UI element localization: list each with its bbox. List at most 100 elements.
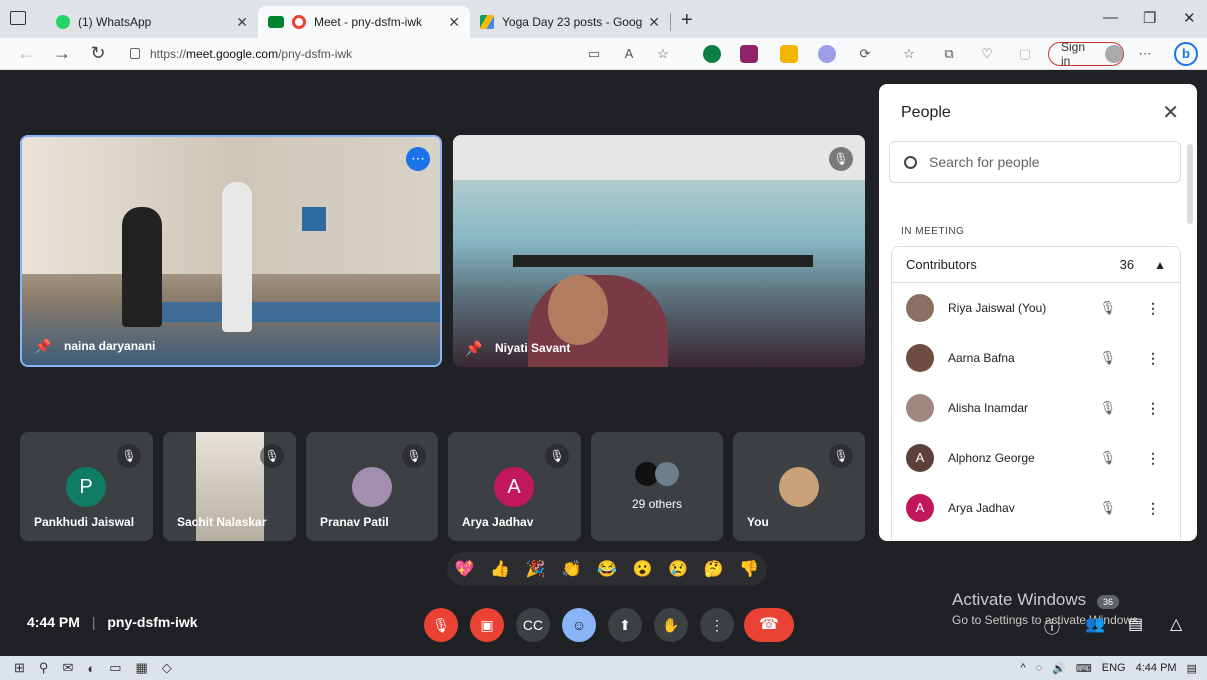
notifications-icon[interactable]: ▤ xyxy=(1187,662,1197,675)
list-item: Riya Jaiswal (You) 🎙 ⋮ xyxy=(892,283,1180,333)
participant-tile[interactable]: 🎙 P Pankhudi Jaiswal xyxy=(20,432,153,541)
taskbar-clock[interactable]: 4:44 PM xyxy=(1136,662,1177,674)
favorites-icon[interactable]: ☆ xyxy=(900,45,918,63)
reaction-sad[interactable]: 😢 xyxy=(668,559,688,579)
more-options-button[interactable]: ⋮ xyxy=(700,608,734,642)
captions-button[interactable]: CC xyxy=(516,608,550,642)
back-icon[interactable]: ← xyxy=(16,43,36,64)
person-figure xyxy=(222,182,252,332)
bing-icon[interactable]: b xyxy=(1174,42,1198,66)
contributors-header[interactable]: Contributors 36 ▲ xyxy=(892,247,1180,283)
scrollbar[interactable] xyxy=(1187,144,1193,224)
reaction-thinking[interactable]: 🤔 xyxy=(704,559,724,579)
participant-tile[interactable]: 🎙 A Arya Jadhav xyxy=(448,432,581,541)
pin-icon[interactable]: 📌 xyxy=(34,338,51,355)
person-name: Riya Jaiswal (You) xyxy=(948,301,1047,315)
more-vert-icon[interactable]: ⋮ xyxy=(1146,300,1160,317)
more-vert-icon[interactable]: ⋮ xyxy=(1146,350,1160,367)
lock-icon[interactable] xyxy=(130,48,140,59)
file-explorer-icon[interactable]: ▭ xyxy=(109,660,121,676)
reaction-heart[interactable]: 💖 xyxy=(455,559,475,579)
close-window-icon[interactable]: ✕ xyxy=(1183,9,1196,27)
extension-shield-icon[interactable] xyxy=(703,45,721,63)
reaction-thumbs-up[interactable]: 👍 xyxy=(490,559,510,579)
people-icon[interactable]: 👥 xyxy=(1085,614,1105,634)
mic-off-icon: 🎙 xyxy=(260,444,284,468)
extension-icon[interactable] xyxy=(740,45,758,63)
performance-icon[interactable]: ♡ xyxy=(978,45,996,63)
camera-toggle-button[interactable]: ▣ xyxy=(470,608,504,642)
app-icon[interactable]: ◇ xyxy=(162,660,172,676)
read-aloud-icon[interactable]: A xyxy=(620,45,638,63)
reaction-thumbs-down[interactable]: 👎 xyxy=(739,559,759,579)
video-tile-main[interactable]: ⋯ 📌 naina daryanani xyxy=(20,135,442,367)
others-count: 29 others xyxy=(631,497,683,511)
url-field[interactable]: https://meet.google.com/pny-dsfm-iwk xyxy=(130,47,352,61)
mail-icon[interactable]: ✉ xyxy=(62,660,73,676)
meeting-details-icon[interactable]: ⓘ xyxy=(1044,614,1060,638)
participant-name: Pranav Patil xyxy=(320,515,389,529)
volume-icon[interactable]: 🔊 xyxy=(1052,662,1066,675)
participant-tile[interactable]: 🎙 Sachit Nalaskar xyxy=(163,432,296,541)
avatar: A xyxy=(906,444,934,472)
favorite-star-icon[interactable]: ☆ xyxy=(654,45,672,63)
leave-call-button[interactable]: ☎ xyxy=(744,608,794,642)
collections-icon[interactable]: ⧉ xyxy=(940,45,958,63)
extensions-icon[interactable]: ⟳ xyxy=(856,45,874,63)
forward-icon[interactable]: → xyxy=(52,43,72,64)
search-icon[interactable]: ⚲ xyxy=(39,660,49,676)
reaction-party[interactable]: 🎉 xyxy=(526,559,546,579)
refresh-icon[interactable]: ↻ xyxy=(88,43,108,64)
whatsapp-icon xyxy=(56,15,70,29)
keyboard-icon[interactable]: ⌨ xyxy=(1076,662,1092,675)
tab-actions-icon[interactable] xyxy=(10,11,26,25)
extension-icon[interactable] xyxy=(818,45,836,63)
pin-icon[interactable]: 📌 xyxy=(465,340,482,357)
close-tab-icon[interactable]: ✕ xyxy=(236,14,248,31)
more-options-icon[interactable]: ⋯ xyxy=(406,147,430,171)
close-tab-icon[interactable]: ✕ xyxy=(648,14,660,31)
mic-toggle-button[interactable]: 🎙 xyxy=(424,608,458,642)
restore-icon[interactable]: ❐ xyxy=(1143,9,1156,27)
url-path: /pny-dsfm-iwk xyxy=(278,46,353,61)
activities-icon[interactable]: △ xyxy=(1170,614,1182,634)
close-tab-icon[interactable]: ✕ xyxy=(448,14,460,31)
network-icon[interactable]: ◌ xyxy=(1036,662,1043,674)
edge-icon[interactable]: ◐ xyxy=(87,661,95,676)
language[interactable]: ENG xyxy=(1102,662,1126,674)
new-tab-icon[interactable]: + xyxy=(681,9,693,32)
others-tile[interactable]: 29 others xyxy=(591,432,723,541)
store-icon[interactable]: ▦ xyxy=(136,660,148,676)
meet-icon xyxy=(268,16,284,28)
video-tile-main[interactable]: 🎙 📌 Niyati Savant xyxy=(453,135,865,367)
extension-icon[interactable] xyxy=(780,45,798,63)
chevron-up-icon[interactable]: ▲ xyxy=(1154,258,1166,272)
separator: | xyxy=(91,614,96,630)
share-icon[interactable]: ▢ xyxy=(1016,45,1034,63)
tab-meet[interactable]: Meet - pny-dsfm-iwk ✕ xyxy=(258,6,470,38)
more-vert-icon[interactable]: ⋮ xyxy=(1146,400,1160,417)
more-menu-icon[interactable]: ⋯ xyxy=(1136,45,1154,63)
avatar: A xyxy=(494,467,534,507)
people-count-badge: 36 xyxy=(1097,595,1119,609)
minimize-icon[interactable]: — xyxy=(1103,9,1118,26)
self-tile[interactable]: 🎙 You xyxy=(733,432,865,541)
chat-icon[interactable]: ▤ xyxy=(1128,614,1143,634)
close-icon[interactable]: ✕ xyxy=(1162,100,1179,125)
more-vert-icon[interactable]: ⋮ xyxy=(1146,500,1160,517)
more-vert-icon[interactable]: ⋮ xyxy=(1146,450,1160,467)
chevron-up-icon[interactable]: ^ xyxy=(1020,662,1025,674)
tab-drive[interactable]: Yoga Day 23 posts - Google Driv ✕ xyxy=(470,6,670,38)
emoji-button[interactable]: ☺ xyxy=(562,608,596,642)
reaction-laugh[interactable]: 😂 xyxy=(597,559,617,579)
camera-icon[interactable]: ▭ xyxy=(585,45,603,63)
tab-whatsapp[interactable]: (1) WhatsApp ✕ xyxy=(46,6,258,38)
present-button[interactable]: ⬆ xyxy=(608,608,642,642)
raise-hand-button[interactable]: ✋ xyxy=(654,608,688,642)
reaction-surprised[interactable]: 😮 xyxy=(633,559,653,579)
search-input[interactable]: Search for people xyxy=(889,141,1181,183)
participant-tile[interactable]: 🎙 Pranav Patil xyxy=(306,432,438,541)
start-icon[interactable]: ⊞ xyxy=(14,660,25,676)
sign-in-button[interactable]: Sign in xyxy=(1048,40,1124,68)
reaction-clap[interactable]: 👏 xyxy=(561,559,581,579)
